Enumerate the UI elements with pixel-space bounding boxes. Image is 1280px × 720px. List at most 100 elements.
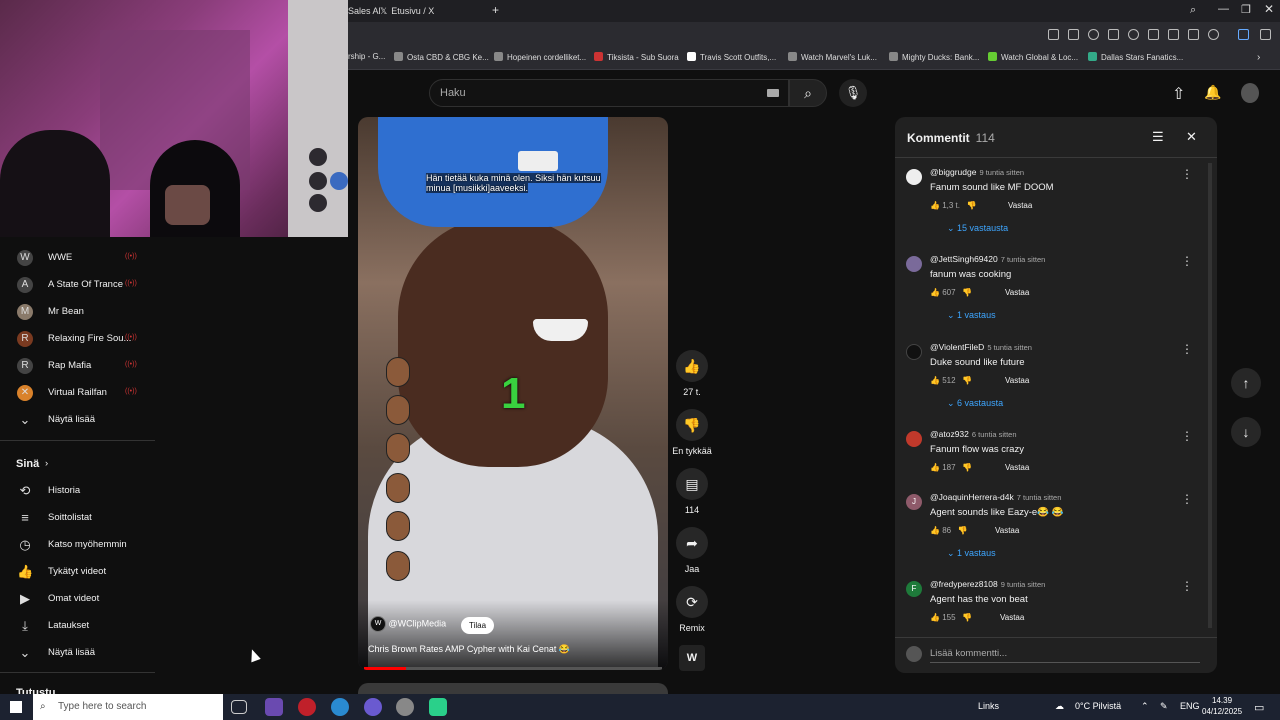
more-options-icon[interactable]: ⋮ [1181,579,1193,593]
bookmarks-overflow-icon[interactable]: › [1257,52,1260,63]
weather-text[interactable]: 0°C Pilvistä [1075,701,1121,711]
sidebar-item-relaxing-fire[interactable]: R Relaxing Fire Sou... ((•)) [0,325,155,352]
avatar[interactable] [906,431,922,447]
discord-icon[interactable] [364,698,382,716]
comment-like-button[interactable]: 👍 1,3 t. 👎 [930,201,977,210]
notification-center-icon[interactable]: ▭ [1254,701,1264,714]
close-icon[interactable]: ✕ [1186,129,1197,145]
sidebar-item-mr-bean[interactable]: M Mr Bean [0,298,155,325]
comment-like-button[interactable]: 👍 86 👎 [930,526,968,535]
sidebar-item-rap-mafia[interactable]: R Rap Mafia ((•)) [0,352,155,379]
restore-icon[interactable]: ❐ [1241,2,1251,24]
comment-like-button[interactable]: 👍 512 👎 [930,376,972,385]
more-options-icon[interactable]: ⋮ [1181,492,1193,506]
sidebar-you-header[interactable]: Sinä › [0,450,155,477]
next-short-button[interactable]: ↓ [1231,417,1261,447]
sidebar-item-downloads[interactable]: ⤓ Lataukset [0,612,155,639]
links-toolbar[interactable]: Links [978,701,999,711]
keyboard-icon[interactable] [767,89,779,97]
bookmark-item[interactable]: Watch Marvel's Luk... [788,52,877,62]
add-comment-input[interactable]: Lisää kommentti... [930,648,1200,663]
comments-button[interactable]: ▤ 114 [670,468,714,515]
comment-author[interactable]: @JoaquinHerrera-d4k 7 tuntia sitten [930,492,1061,502]
language-indicator[interactable]: ENG [1180,701,1200,711]
search-tabs-icon[interactable]: ⌕ [1190,2,1196,24]
sidebar-item-wwe[interactable]: W WWE ((•)) [0,244,155,271]
comments-scrollbar[interactable] [1208,163,1212,628]
show-more-you[interactable]: ⌄ Näytä lisää [0,639,155,666]
clock-date[interactable]: 04/12/2025 [1202,707,1242,716]
reply-button[interactable]: Vastaa [1008,201,1032,210]
extension-icon[interactable] [1108,29,1119,40]
avatar[interactable] [906,256,922,272]
app-icon[interactable] [429,698,447,716]
opera-icon[interactable] [298,698,316,716]
comment-author[interactable]: @atoz932 6 tuntia sitten [930,429,1017,439]
show-replies-button[interactable]: ⌄ 1 vastaus [947,310,996,321]
avatar[interactable]: F [906,581,922,597]
task-view-icon[interactable] [231,700,247,714]
clock-time[interactable]: 14.39 [1212,696,1232,705]
comment-like-button[interactable]: 👍 187 👎 [930,463,972,472]
more-options-icon[interactable]: ⋮ [1181,429,1193,443]
comment-author[interactable]: @biggrudge 9 tuntia sitten [930,167,1024,177]
remix-button[interactable]: ⟳ Remix [670,586,714,633]
reply-button[interactable]: Vastaa [1005,376,1029,385]
extension-active-icon[interactable] [1238,29,1249,40]
sidebar-item-watch-later[interactable]: ◷ Katso myöhemmin [0,531,155,558]
upload-icon[interactable]: ⇧ [1172,84,1185,104]
bookmark-item[interactable]: Hopeinen cordelliket... [494,52,586,62]
comment-author[interactable]: @JettSingh69420 7 tuntia sitten [930,254,1045,264]
reply-button[interactable]: Vastaa [1005,463,1029,472]
subscribe-button[interactable]: Tilaa [461,617,495,634]
sidebar-item-a-state-of-trance[interactable]: A A State Of Trance ((•)) [0,271,155,298]
sidebar-item-playlists[interactable]: ≡ Soittolistat [0,504,155,531]
comment-author[interactable]: @fredyperez8108 9 tuntia sitten [930,579,1045,589]
voice-search-button[interactable]: 🎙 [839,79,867,107]
comment-like-button[interactable]: 👍 155 👎 [930,613,972,622]
bookmark-item[interactable]: rship - G... [348,52,385,61]
close-window-icon[interactable]: ✕ [1264,1,1274,23]
edge-icon[interactable] [331,698,349,716]
sidebar-item-history[interactable]: ⟲ Historia [0,477,155,504]
box-icon[interactable] [1260,29,1271,40]
video-title[interactable]: Chris Brown Rates AMP Cypher with Kai Ce… [368,644,570,655]
sort-icon[interactable]: ☰ [1152,129,1164,145]
profile-icon[interactable] [1208,29,1219,40]
comment-like-button[interactable]: 👍 607 👎 [930,288,972,297]
like-button[interactable]: 👍 27 t. [670,350,714,397]
channel-thumbnail-button[interactable]: W [679,645,705,671]
bookmark-item[interactable]: Watch Global & Loc... [988,52,1078,62]
search-input[interactable]: Haku [429,79,789,107]
video-progress-bar[interactable] [364,667,662,670]
show-more-subscriptions[interactable]: ⌄ Näytä lisää [0,406,155,433]
minimize-icon[interactable]: — [1218,1,1229,23]
avatar[interactable]: J [906,494,922,510]
reply-button[interactable]: Vastaa [1000,613,1024,622]
show-replies-button[interactable]: ⌄ 6 vastausta [947,398,1003,409]
more-options-icon[interactable]: ⋮ [1181,167,1193,181]
download-icon[interactable] [1168,29,1179,40]
shorts-video-player[interactable]: Hän tietää kuka minä olen. Siksi hän kut… [358,117,668,670]
more-options-icon[interactable]: ⋮ [1181,342,1193,356]
previous-short-button[interactable]: ↑ [1231,368,1261,398]
avatar[interactable] [906,344,922,360]
sidebar-item-your-videos[interactable]: ▶ Omat videot [0,585,155,612]
sidebar-item-virtual-railfan[interactable]: ✕ Virtual Railfan ((•)) [0,379,155,406]
reply-button[interactable]: Vastaa [995,526,1019,535]
reply-button[interactable]: Vastaa [1005,288,1029,297]
bookmark-item[interactable]: Travis Scott Outfits,... [687,52,776,62]
pen-icon[interactable]: ✎ [1160,701,1168,712]
menu-icon[interactable] [1188,29,1199,40]
sidebar-item-liked-videos[interactable]: 👍 Tykätyt videot [0,558,155,585]
new-tab-icon[interactable]: + [492,2,499,24]
bookmark-item[interactable]: Dallas Stars Fanatics... [1088,52,1183,62]
bookmark-item[interactable]: Mighty Ducks: Bank... [889,52,979,62]
dislike-button[interactable]: 👎 En tykkää [670,409,714,456]
bookmark-item[interactable]: Tiksista - Sub Suora [594,52,679,62]
weather-icon[interactable]: ☁ [1055,701,1064,712]
camera-icon[interactable] [1068,29,1079,40]
comment-author[interactable]: @ViolentFileD 5 tuntia sitten [930,342,1032,352]
avatar[interactable] [906,169,922,185]
notifications-icon[interactable]: 🔔 [1204,84,1221,101]
